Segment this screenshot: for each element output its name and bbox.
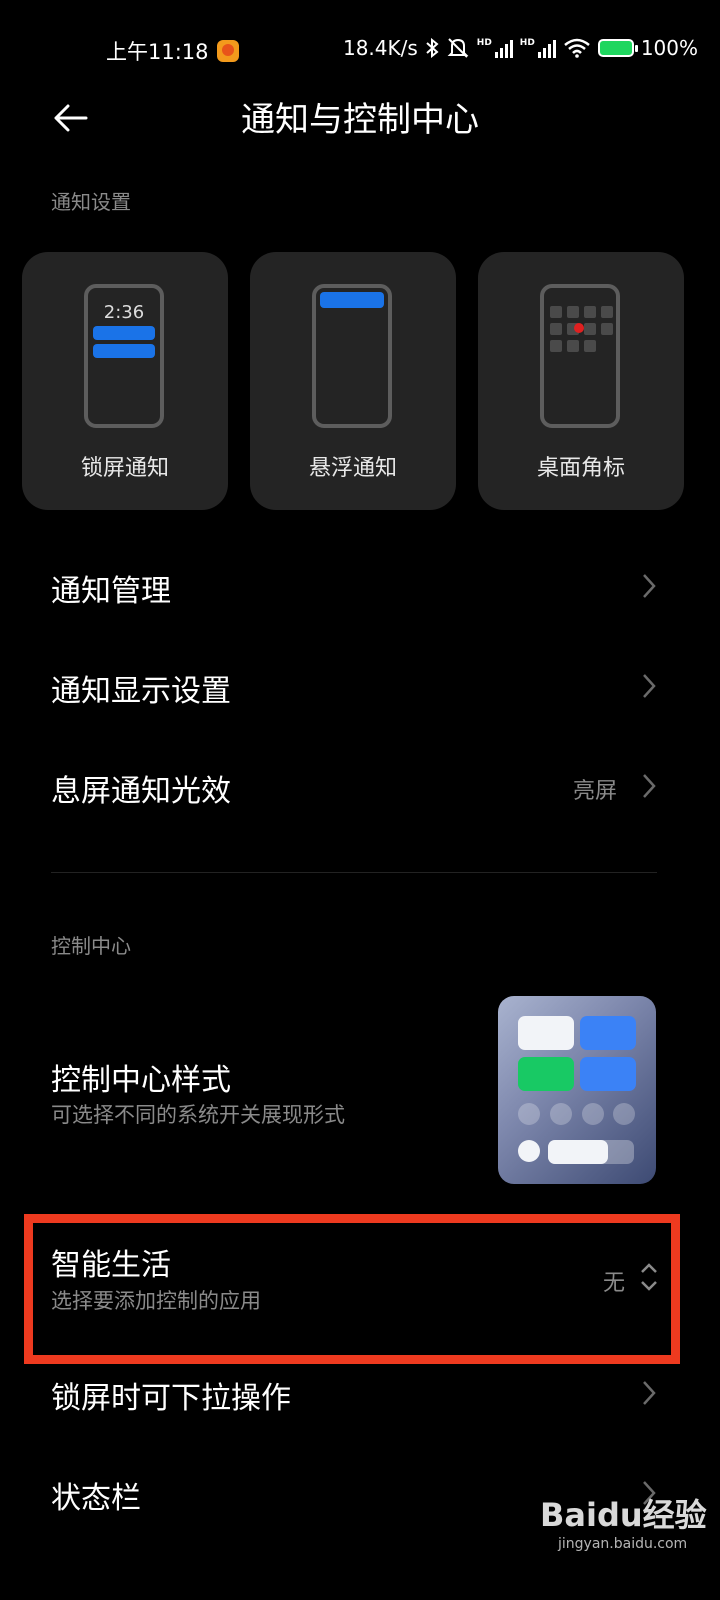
- row-status-bar[interactable]: 状态栏: [51, 1473, 141, 1517]
- badge-dot: [574, 323, 584, 333]
- signal-icon-2: HD: [520, 38, 556, 58]
- wifi-icon: [564, 38, 590, 58]
- notification-bar: [93, 344, 155, 358]
- chevron-right-icon: [643, 574, 656, 598]
- status-bar-left: 上午11:18: [106, 36, 239, 66]
- status-time: 上午11:18: [106, 40, 209, 64]
- chevron-right-icon: [643, 774, 656, 798]
- mute-icon: [447, 38, 469, 58]
- row-notification-display[interactable]: 通知显示设置: [51, 666, 231, 710]
- page-title: 通知与控制中心: [241, 100, 479, 140]
- app-notification-icon: [216, 40, 239, 62]
- tile-lockscreen-notification[interactable]: 2:36 锁屏通知: [22, 252, 228, 510]
- bluetooth-icon: [426, 38, 439, 58]
- chevron-right-icon: [643, 1381, 656, 1405]
- row-notification-management[interactable]: 通知管理: [51, 566, 171, 610]
- tile-label: 锁屏通知: [80, 456, 169, 481]
- section-label-control-center: 控制中心: [51, 934, 131, 958]
- clock-text: 2:36: [103, 302, 145, 323]
- tile-floating-notification[interactable]: 悬浮通知: [250, 252, 456, 510]
- tile-label: 悬浮通知: [308, 456, 397, 481]
- phone-illustration: 2:36: [84, 284, 164, 428]
- row-control-center-style[interactable]: 控制中心样式: [51, 1055, 231, 1099]
- floating-bar: [320, 292, 384, 308]
- tile-app-badge[interactable]: 桌面角标: [478, 252, 684, 510]
- status-bar-right: 18.4K/s HD HD 100%: [343, 36, 698, 60]
- section-divider: [51, 872, 657, 873]
- battery-percent: 100%: [640, 36, 698, 60]
- row-subtitle: 可选择不同的系统开关展现形式: [51, 1103, 345, 1127]
- baidu-watermark-logo: Baidu经验: [540, 1496, 707, 1534]
- row-screen-off-light[interactable]: 息屏通知光效: [51, 766, 231, 810]
- phone-illustration: [540, 284, 620, 428]
- chevron-right-icon: [643, 674, 656, 698]
- row-pull-down-lockscreen[interactable]: 锁屏时可下拉操作: [51, 1373, 291, 1417]
- network-speed: 18.4K/s: [342, 36, 418, 60]
- phone-illustration: [312, 284, 392, 428]
- highlight-annotation-box: [24, 1214, 680, 1364]
- section-label-notification: 通知设置: [51, 190, 131, 214]
- baidu-watermark-url: jingyan.baidu.com: [558, 1536, 688, 1552]
- signal-icon-1: HD: [477, 38, 513, 58]
- battery-icon: [597, 39, 638, 57]
- tile-label: 桌面角标: [536, 456, 625, 481]
- control-center-preview-image[interactable]: [498, 996, 656, 1184]
- row-value: 亮屏: [573, 779, 618, 804]
- notification-bar: [93, 326, 155, 340]
